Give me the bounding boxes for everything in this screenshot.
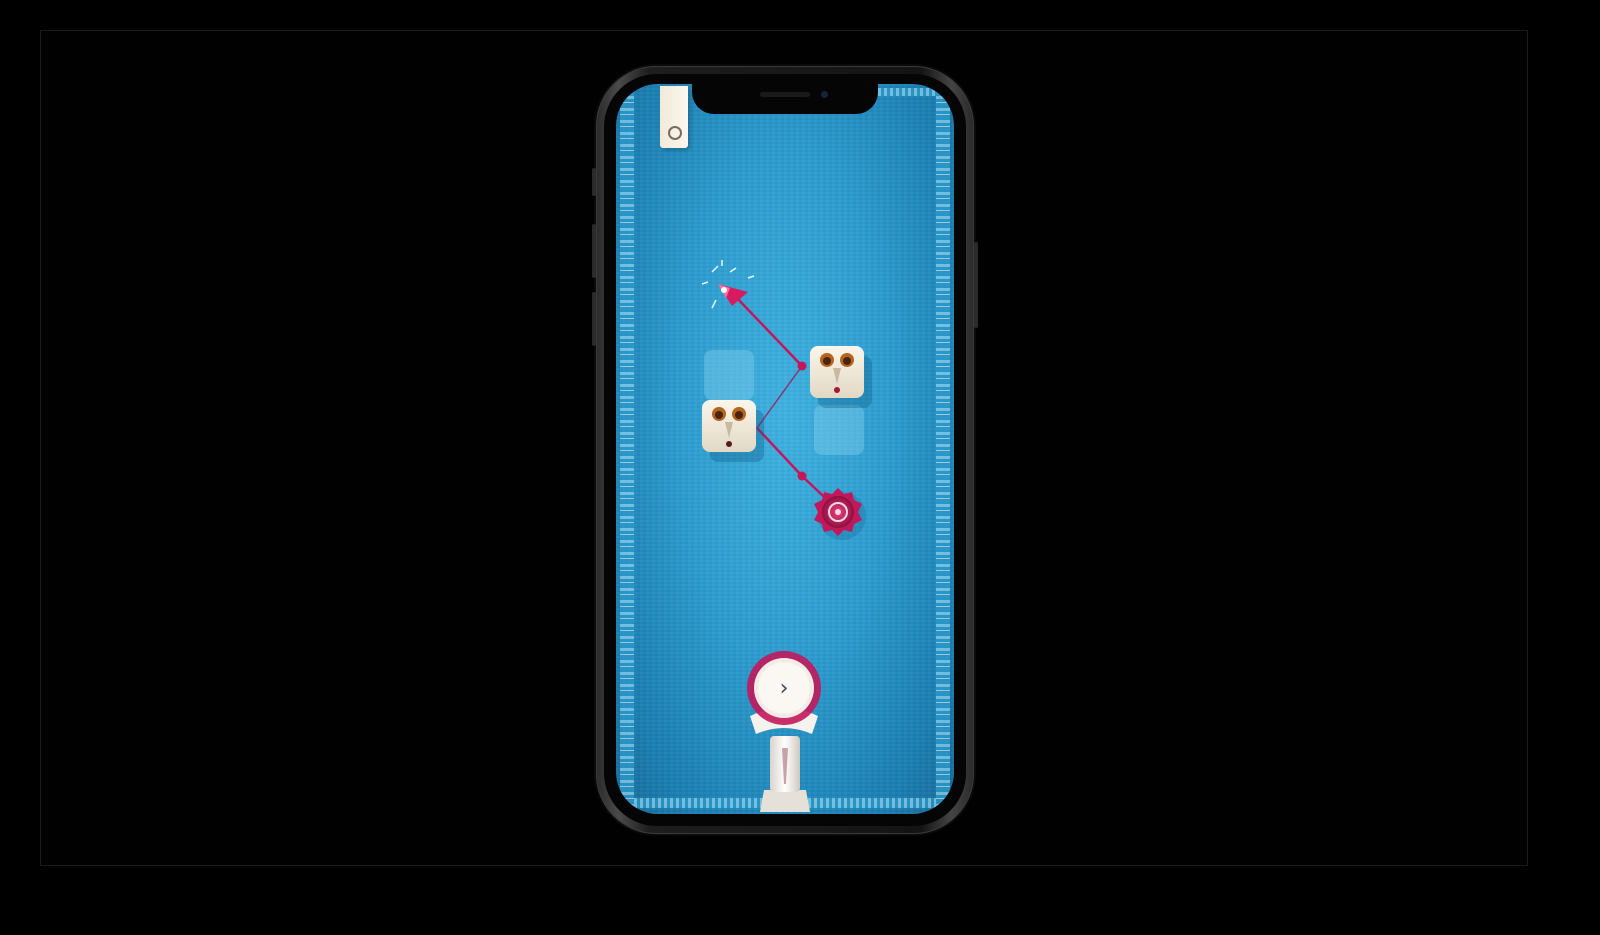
mask-block-icon[interactable] bbox=[702, 400, 764, 462]
pause-ring-icon bbox=[668, 126, 682, 140]
chevron-right-icon: › bbox=[779, 675, 789, 701]
phone-notch bbox=[692, 84, 878, 114]
front-camera bbox=[821, 91, 828, 98]
presentation-stage: › bbox=[0, 0, 1600, 935]
earpiece-speaker bbox=[760, 92, 810, 97]
game-board bbox=[701, 260, 872, 812]
empty-tile[interactable] bbox=[814, 405, 864, 455]
next-level-button[interactable]: › bbox=[757, 664, 811, 712]
mask-block-icon[interactable] bbox=[810, 346, 872, 408]
beam-node bbox=[797, 361, 807, 371]
empty-tile[interactable] bbox=[704, 350, 754, 400]
beam-node bbox=[797, 471, 807, 481]
pause-button[interactable] bbox=[660, 86, 688, 148]
light-emitter-icon[interactable] bbox=[701, 260, 755, 309]
